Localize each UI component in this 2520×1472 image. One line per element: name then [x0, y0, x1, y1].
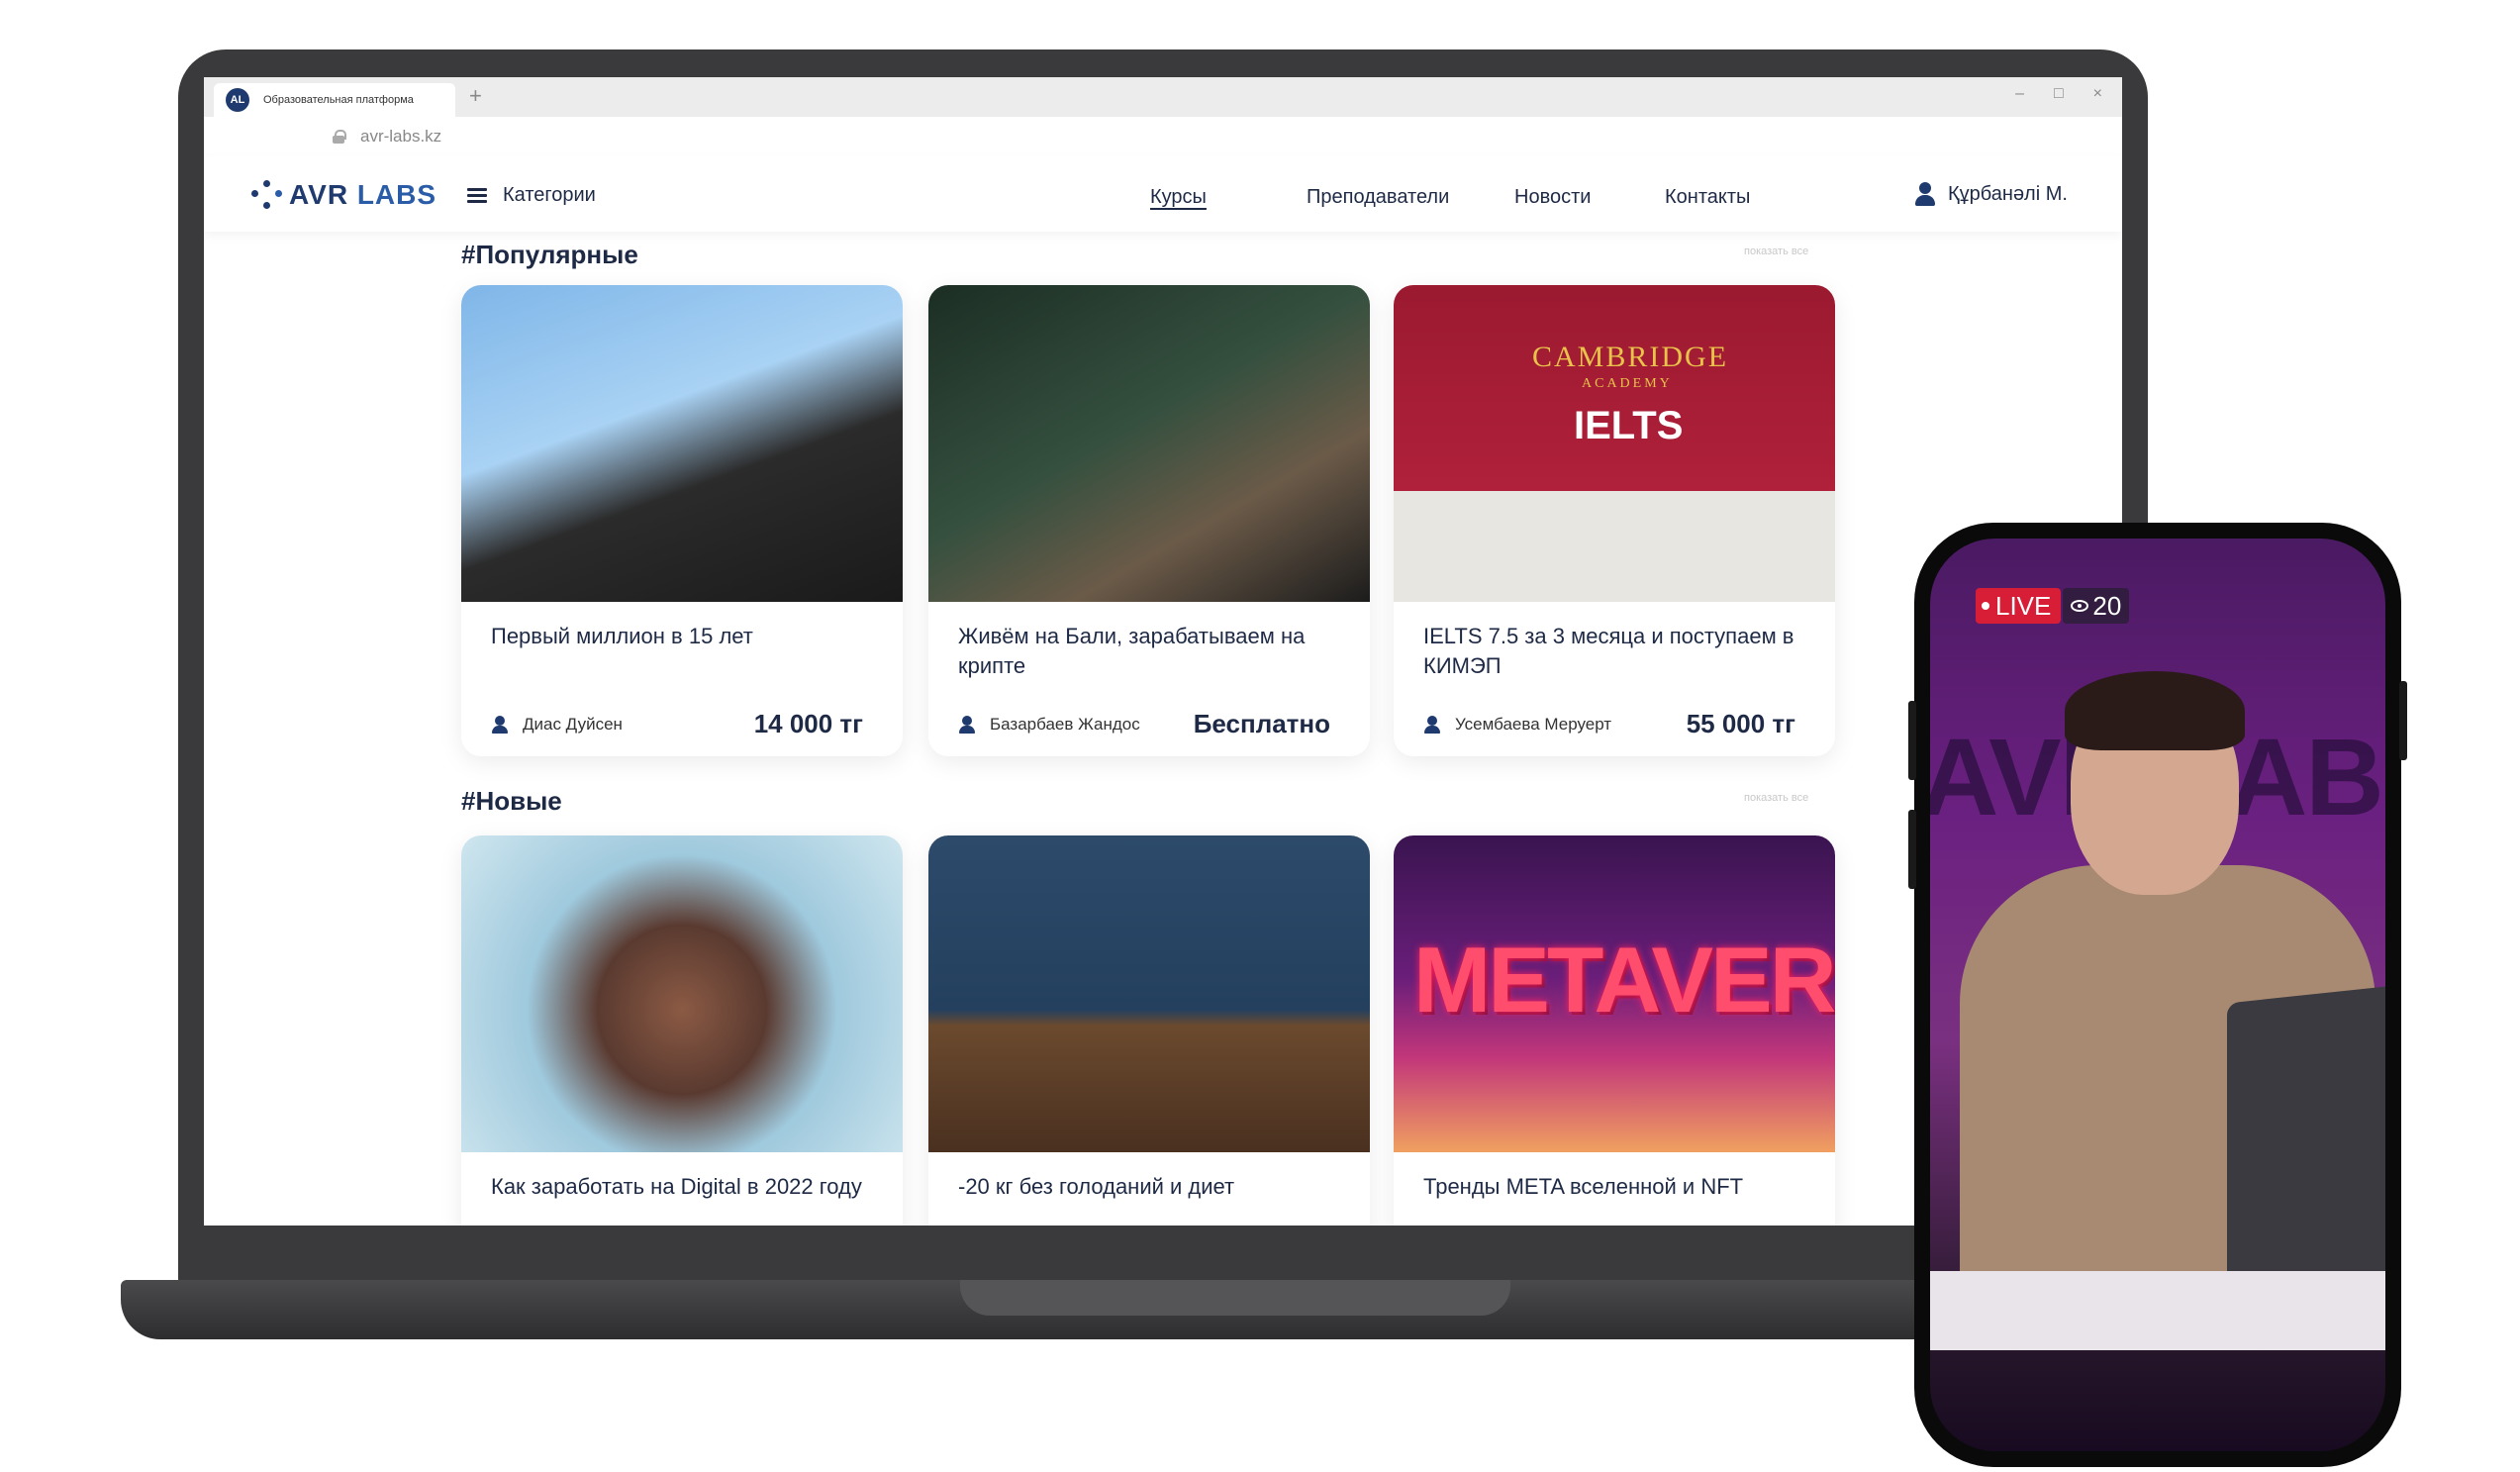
course-card[interactable]: -20 кг без голоданий и диет — [928, 835, 1370, 1226]
phone: AVR LAB LIVE 20 — [1908, 523, 2407, 1467]
show-all-popular-link[interactable]: показать все — [1744, 245, 1808, 257]
author-icon — [491, 716, 509, 734]
course-image: CAMBRIDGE ACADEMY IELTS — [1394, 285, 1835, 602]
window-controls: – □ × — [2015, 85, 2102, 103]
address-bar[interactable]: avr-labs.kz — [204, 117, 2122, 156]
course-image — [461, 285, 903, 602]
minimize-icon[interactable]: – — [2015, 85, 2024, 103]
course-image — [928, 835, 1370, 1152]
logo[interactable]: AVR LABS — [251, 178, 436, 212]
ielts-sign: IELTS — [1574, 404, 1684, 447]
academy-sign: ACADEMY — [1582, 376, 1673, 391]
course-image — [928, 285, 1370, 602]
laptop-screen: AL Образовательная платформа + – □ × avr… — [204, 77, 2122, 1226]
course-price: 14 000 тг — [753, 709, 863, 738]
nav-contacts[interactable]: Контакты — [1665, 186, 1750, 209]
logo-molecule-icon — [251, 178, 285, 212]
cambridge-sign: CAMBRIDGE — [1532, 341, 1729, 373]
categories-label: Категории — [503, 184, 596, 206]
course-title: Первый миллион в 15 лет — [491, 624, 753, 648]
course-author: Диас Дуйсен — [491, 715, 623, 735]
author-icon — [1423, 716, 1441, 734]
viewer-number: 20 — [2092, 590, 2122, 621]
author-name: Базарбаев Жандос — [990, 715, 1140, 734]
hamburger-icon — [467, 187, 487, 204]
show-all-new-link[interactable]: показать все — [1744, 792, 1808, 804]
phone-volume-up — [1908, 701, 1916, 780]
user-menu[interactable]: Құрбанәлі М. — [1914, 182, 2068, 206]
lock-icon — [333, 130, 346, 144]
course-image — [461, 835, 903, 1152]
author-name: Диас Дуйсен — [523, 715, 623, 734]
tab-title: Образовательная платформа — [263, 94, 414, 106]
mockup-stage: AL Образовательная платформа + – □ × avr… — [0, 0, 2520, 1472]
logo-labs: LABS — [348, 179, 437, 210]
browser-tab-bar: AL Образовательная платформа + – □ × — [204, 77, 2122, 117]
live-indicator: LIVE — [1976, 588, 2062, 624]
course-title: Как заработать на Digital в 2022 году — [491, 1174, 862, 1199]
course-card[interactable]: Живём на Бали, зарабатываем на крипте Ба… — [928, 285, 1370, 756]
streamer-laptop — [2227, 984, 2385, 1291]
course-author: Усембаева Меруерт — [1423, 715, 1611, 735]
logo-avr: AVR — [289, 179, 349, 210]
live-badge: LIVE 20 — [1976, 588, 2130, 624]
live-stream-view[interactable]: AVR LAB LIVE 20 — [1930, 539, 2385, 1451]
phone-power-button — [2399, 681, 2407, 760]
metaverse-sign: METAVERSE — [1413, 928, 1835, 1031]
course-title: Тренды META вселенной и NFT — [1423, 1174, 1744, 1199]
nav-news[interactable]: Новости — [1514, 186, 1591, 209]
course-card[interactable]: Первый миллион в 15 лет Диас Дуйсен 14 0… — [461, 285, 903, 756]
user-icon — [1914, 182, 1936, 206]
course-image: METAVERSE — [1394, 835, 1835, 1152]
streamer-hair — [2065, 671, 2245, 750]
nav-teachers[interactable]: Преподаватели — [1307, 186, 1449, 209]
categories-button[interactable]: Категории — [467, 184, 596, 207]
course-card[interactable]: METAVERSE Тренды META вселенной и NFT — [1394, 835, 1835, 1226]
course-author: Базарбаев Жандос — [958, 715, 1140, 735]
favicon-icon: AL — [226, 88, 249, 112]
eye-icon — [2071, 600, 2089, 612]
course-title: IELTS 7.5 за 3 месяца и поступаем в КИМЭ… — [1423, 624, 1794, 678]
desk — [1930, 1271, 2385, 1350]
course-title: -20 кг без голоданий и диет — [958, 1174, 1235, 1199]
live-dot-icon — [1982, 602, 1989, 610]
course-card[interactable]: Как заработать на Digital в 2022 году — [461, 835, 903, 1226]
nav-courses[interactable]: Курсы — [1150, 186, 1207, 209]
new-tab-button[interactable]: + — [469, 83, 482, 109]
user-name: Құрбанәлі М. — [1948, 182, 2068, 205]
maximize-icon[interactable]: □ — [2054, 85, 2064, 103]
course-title: Живём на Бали, зарабатываем на крипте — [958, 624, 1306, 678]
browser-tab[interactable]: AL Образовательная платформа — [214, 83, 455, 117]
course-card[interactable]: CAMBRIDGE ACADEMY IELTS IELTS 7.5 за 3 м… — [1394, 285, 1835, 756]
author-name: Усембаева Меруерт — [1455, 715, 1612, 734]
live-label: LIVE — [1995, 590, 2052, 621]
section-title-popular: #Популярные — [461, 240, 638, 269]
course-price: 55 000 тг — [1686, 709, 1795, 738]
author-icon — [958, 716, 976, 734]
section-title-new: #Новые — [461, 786, 562, 816]
url-text[interactable]: avr-labs.kz — [360, 127, 441, 147]
logo-text: AVR LABS — [289, 179, 436, 211]
phone-volume-down — [1908, 810, 1916, 889]
course-price: Бесплатно — [1193, 709, 1330, 738]
viewer-count: 20 — [2063, 588, 2130, 624]
site-header: AVR LABS Категории Курсы Преподаватели Н… — [204, 156, 2122, 232]
close-icon[interactable]: × — [2093, 85, 2102, 103]
laptop-notch — [960, 1280, 1510, 1316]
